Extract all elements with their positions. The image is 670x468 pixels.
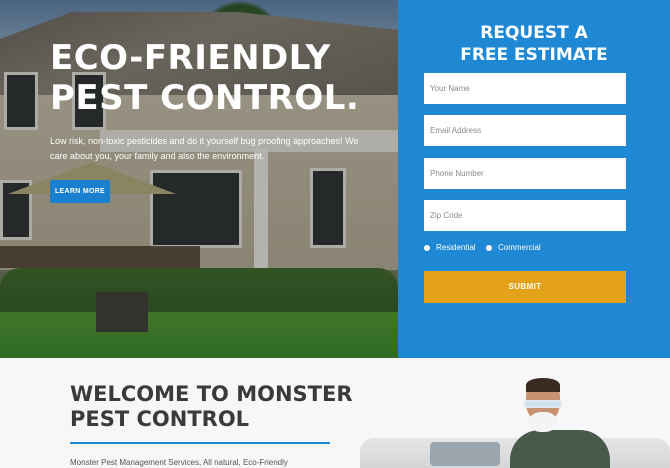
phone-input[interactable] <box>424 158 626 189</box>
welcome-section: WELCOME TO MONSTER PEST CONTROL Monster … <box>0 358 670 468</box>
name-input[interactable] <box>424 73 626 104</box>
hero-subtitle: Low risk, non-toxic pesticides and do it… <box>50 136 359 161</box>
technician-hair <box>526 378 560 392</box>
form-title-line2: FREE ESTIMATE <box>460 45 608 65</box>
safety-goggles <box>524 400 562 408</box>
van-window <box>430 442 500 466</box>
welcome-title-line2: PEST CONTROL <box>70 407 250 431</box>
radio-commercial[interactable]: Commercial <box>486 243 541 252</box>
radio-dot-icon[interactable] <box>424 244 430 251</box>
radio-residential-label: Residential <box>436 243 476 252</box>
email-input[interactable] <box>424 115 626 146</box>
submit-button[interactable]: SUBMIT <box>424 271 626 303</box>
estimate-form: REQUEST A FREE ESTIMATE Residential Comm… <box>398 0 670 358</box>
hero-title: ECO-FRIENDLY PEST CONTROL. <box>50 38 380 118</box>
welcome-title: WELCOME TO MONSTER PEST CONTROL <box>70 382 370 432</box>
radio-commercial-label: Commercial <box>498 243 541 252</box>
hero-section: ECO-FRIENDLY PEST CONTROL. Low risk, non… <box>0 0 670 358</box>
radio-dot-icon[interactable] <box>486 244 492 251</box>
form-title: REQUEST A FREE ESTIMATE <box>398 22 670 66</box>
technician-image <box>510 378 610 468</box>
technician-body <box>510 430 610 468</box>
welcome-divider <box>70 442 330 444</box>
learn-more-button[interactable]: LEARN MORE <box>50 180 110 203</box>
welcome-title-line1: WELCOME TO MONSTER <box>70 382 353 406</box>
hero-title-line2: PEST CONTROL. <box>50 78 360 118</box>
radio-residential[interactable]: Residential <box>424 243 476 252</box>
hero-title-line1: ECO-FRIENDLY <box>50 38 331 78</box>
welcome-text: Monster Pest Management Services, All na… <box>70 458 288 467</box>
property-type-radios: Residential Commercial <box>424 243 654 255</box>
form-title-line1: REQUEST A <box>480 23 588 43</box>
zip-code-input[interactable] <box>424 200 626 231</box>
respirator-mask <box>529 412 557 432</box>
